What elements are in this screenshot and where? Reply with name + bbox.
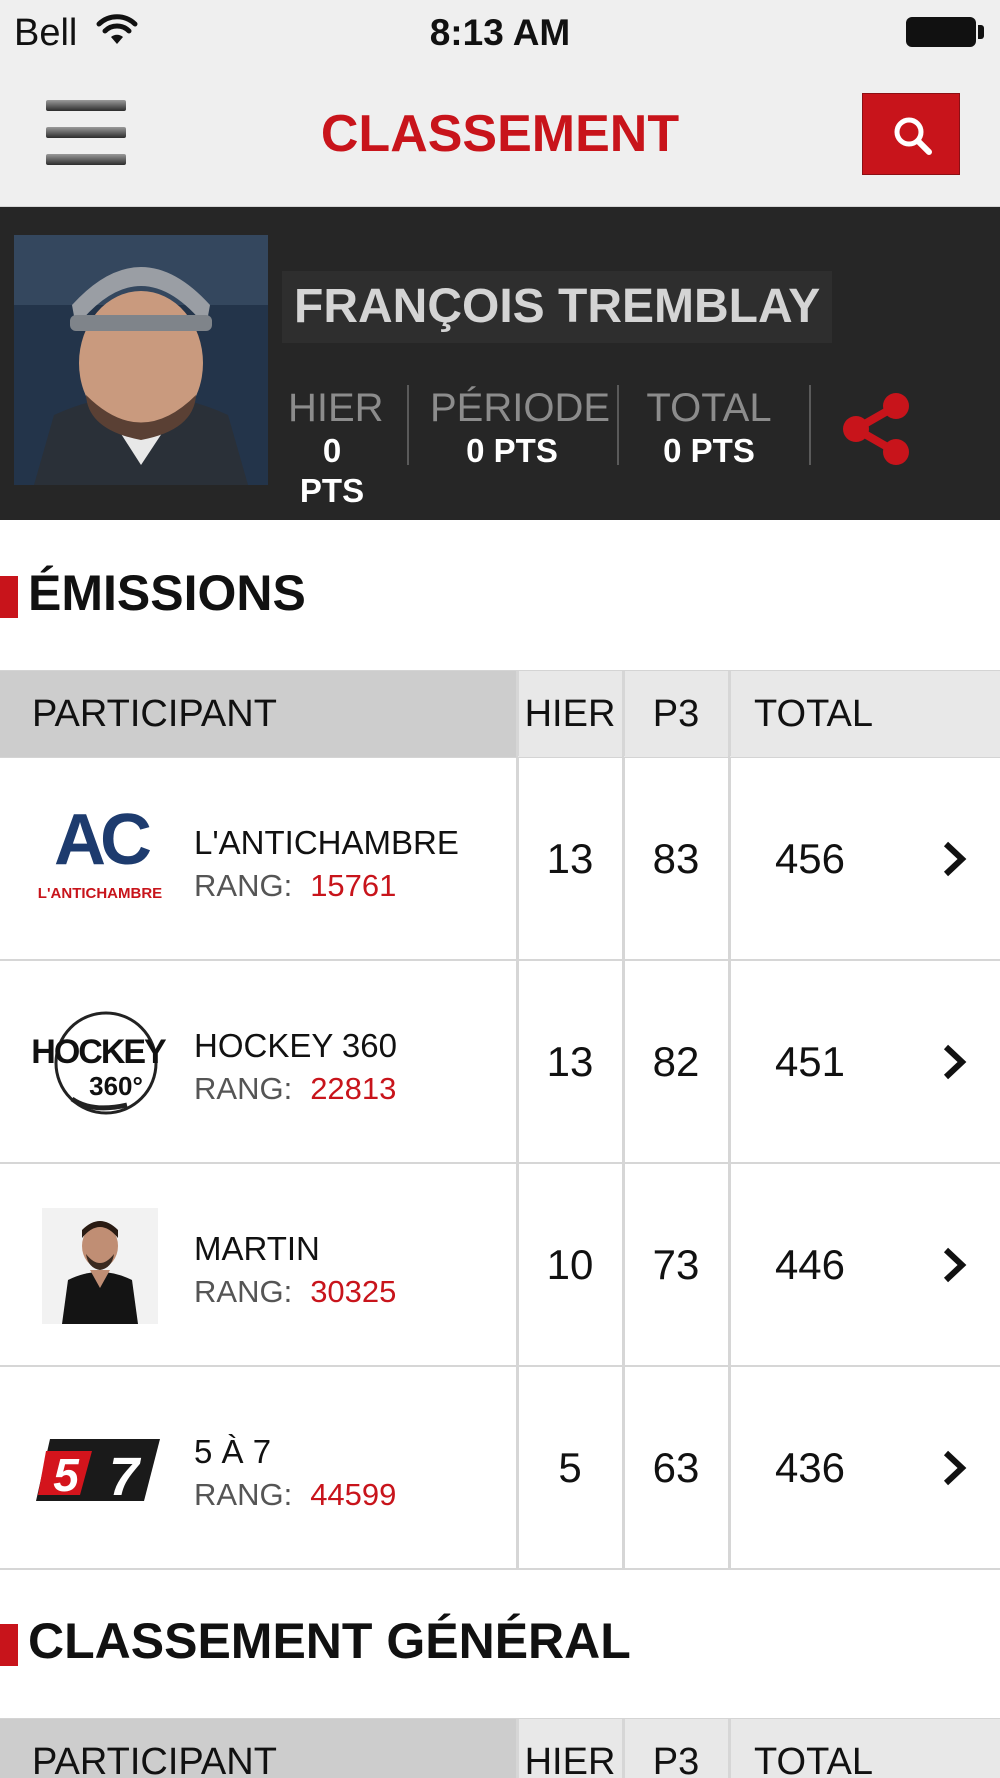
table-row[interactable]: 5 7 5 À 7 RANG: 44599 5 63 436: [0, 1367, 1000, 1570]
section-general-title: CLASSEMENT GÉNÉRAL: [0, 1608, 1000, 1678]
column-p3: P3: [624, 671, 728, 757]
cell-hier: 5: [558, 1444, 582, 1491]
cell-hier: 13: [546, 1038, 594, 1085]
stat-total: TOTAL 0 PTS: [642, 385, 776, 471]
cell-hier: 13: [546, 835, 594, 882]
table-row[interactable]: HOCKEY 360° HOCKEY 360 RANG: 22813 13 82 …: [0, 961, 1000, 1164]
svg-text:360°: 360°: [89, 1071, 143, 1101]
svg-text:5: 5: [53, 1449, 80, 1501]
rang-label: RANG:: [194, 868, 293, 903]
stat-value: 0 PTS: [466, 432, 558, 469]
stat-value: 0 PTS: [663, 432, 755, 469]
hockey360-logo: HOCKEY 360°: [32, 1005, 168, 1121]
svg-text:L'ANTICHAMBRE: L'ANTICHAMBRE: [38, 885, 162, 902]
svg-text:7: 7: [109, 1447, 142, 1507]
chevron-right-icon[interactable]: [938, 1043, 968, 1081]
participant-name: HOCKEY 360: [194, 1027, 397, 1064]
column-total: TOTAL: [730, 671, 1000, 757]
share-icon[interactable]: [840, 392, 914, 466]
participant-name: MARTIN: [194, 1230, 320, 1267]
rank-value: 30325: [310, 1274, 397, 1309]
martin-photo: [32, 1208, 168, 1324]
column-participant: PARTICIPANT: [0, 1719, 516, 1778]
rang-label: RANG:: [194, 1477, 293, 1512]
chevron-right-icon[interactable]: [938, 1246, 968, 1284]
section-title-text: ÉMISSIONS: [28, 565, 306, 621]
column-total: TOTAL: [730, 1719, 1000, 1778]
search-icon: [894, 117, 932, 155]
column-hier: HIER: [518, 671, 622, 757]
page-title: CLASSEMENT: [320, 105, 680, 163]
rank-value: 22813: [310, 1071, 397, 1106]
rang-label: RANG:: [194, 1071, 293, 1106]
cell-p3: 83: [652, 835, 700, 882]
cell-hier: 10: [546, 1241, 594, 1288]
stat-label: TOTAL: [646, 386, 772, 430]
cell-total: 436: [774, 1444, 846, 1491]
status-time: 8:13 AM: [429, 12, 571, 53]
section-marker: [0, 1624, 18, 1666]
general-table: PARTICIPANT HIER P3 TOTAL: [0, 1718, 1000, 1778]
rang-label: RANG:: [194, 1274, 293, 1309]
stat-value: 0 PTS: [299, 432, 365, 509]
stat-periode: PÉRIODE 0 PTS: [430, 385, 611, 471]
participant-name: 5 À 7: [194, 1433, 272, 1470]
chevron-right-icon[interactable]: [938, 840, 968, 878]
cell-total: 456: [774, 835, 846, 882]
stat-hier: HIER 0 PTS: [288, 385, 384, 511]
participant-rank: RANG: 44599: [194, 1477, 396, 1513]
stat-label: PÉRIODE: [430, 386, 611, 430]
table-header: PARTICIPANT HIER P3 TOTAL: [0, 670, 1000, 758]
emissions-table: PARTICIPANT HIER P3 TOTAL AC L'ANTICHAMB…: [0, 670, 1000, 1570]
section-emissions-title: ÉMISSIONS: [0, 560, 1000, 630]
rank-value: 15761: [310, 868, 397, 903]
table-row[interactable]: AC L'ANTICHAMBRE L'ANTICHAMBRE RANG: 1576…: [0, 758, 1000, 961]
stat-divider: [809, 385, 811, 465]
column-participant: PARTICIPANT: [0, 671, 516, 757]
section-title-text: CLASSEMENT GÉNÉRAL: [28, 1613, 631, 1669]
cell-p3: 82: [652, 1038, 700, 1085]
column-hier: HIER: [518, 1719, 622, 1778]
section-marker: [0, 576, 18, 618]
participant-rank: RANG: 30325: [194, 1274, 396, 1310]
participant-name: L'ANTICHAMBRE: [194, 824, 459, 861]
profile-name: FRANÇOIS TREMBLAY: [282, 271, 833, 343]
chevron-right-icon[interactable]: [938, 1449, 968, 1487]
battery-tip: [978, 25, 984, 39]
cell-p3: 63: [652, 1444, 700, 1491]
stat-divider: [617, 385, 619, 465]
svg-text:AC: AC: [54, 802, 151, 880]
cell-p3: 73: [652, 1241, 700, 1288]
status-bar: Bell 8:13 AM: [0, 0, 1000, 66]
battery-icon: [906, 17, 976, 47]
participant-rank: RANG: 22813: [194, 1071, 396, 1107]
column-p3: P3: [624, 1719, 728, 1778]
svg-text:HOCKEY: HOCKEY: [32, 1033, 167, 1071]
rank-value: 44599: [310, 1477, 397, 1512]
stat-divider: [407, 385, 409, 465]
search-button[interactable]: [862, 93, 960, 175]
avatar[interactable]: [14, 235, 268, 485]
nav-bar: CLASSEMENT: [0, 66, 1000, 207]
cell-total: 451: [774, 1038, 846, 1085]
profile-summary: FRANÇOIS TREMBLAY HIER 0 PTS PÉRIODE 0 P…: [0, 207, 1000, 520]
stat-label: HIER: [288, 386, 384, 430]
cell-total: 446: [774, 1241, 846, 1288]
table-header: PARTICIPANT HIER P3 TOTAL: [0, 1718, 1000, 1778]
table-row[interactable]: MARTIN RANG: 30325 10 73 446: [0, 1164, 1000, 1367]
5a7-logo: 5 7: [32, 1411, 168, 1527]
antichambre-logo: AC L'ANTICHAMBRE: [32, 802, 168, 918]
participant-rank: RANG: 15761: [194, 868, 396, 904]
